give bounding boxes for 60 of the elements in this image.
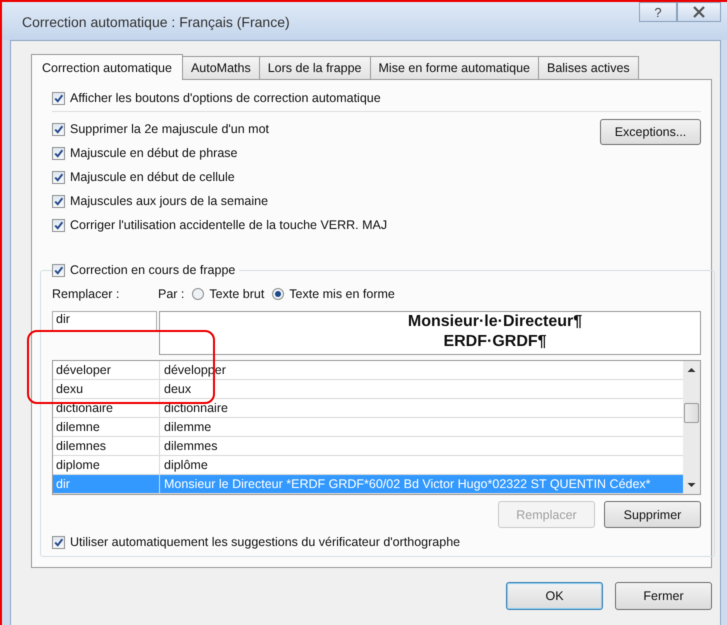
list-row[interactable]: dictionaire dictionnaire xyxy=(53,399,683,418)
replace-label: Remplacer : xyxy=(52,287,120,301)
scrollbar[interactable] xyxy=(683,361,700,494)
checkbox-label: Correction en cours de frappe xyxy=(70,263,236,277)
table-cell-text: Monsieur le Directeur *ERDF GRDF*60/02 Bd Victor Hugo*02322 ST QUENTIN Cédex* xyxy=(163,476,651,493)
scroll-up-icon[interactable] xyxy=(687,367,696,373)
tab[interactable]: Mise en forme automatique xyxy=(370,56,539,79)
scroll-down-icon[interactable] xyxy=(687,482,696,488)
radio-label: Texte brut xyxy=(209,287,264,301)
dialog-button[interactable]: Fermer xyxy=(615,582,712,610)
tab[interactable]: Lors de la frappe xyxy=(258,56,371,79)
dialog-button[interactable]: OK xyxy=(506,582,603,610)
table-cell: dexu xyxy=(53,380,160,398)
table-cell-text: dilemme xyxy=(163,419,212,436)
checkbox-label: Majuscule en début de phrase xyxy=(70,146,238,160)
list-row[interactable]: dilemnes dilemmes xyxy=(53,437,683,456)
table-cell: déveloper xyxy=(53,361,160,379)
checkbox-label: Corriger l'utilisation accidentelle de la touche VERR. MAJ xyxy=(70,218,388,232)
close-button[interactable] xyxy=(677,2,721,22)
table-cell-text: dictionnaire xyxy=(163,400,228,417)
tab[interactable]: Correction automatique xyxy=(31,54,183,80)
table-cell-text: dilemmes xyxy=(163,438,218,455)
close-icon xyxy=(692,6,706,18)
checkbox[interactable] xyxy=(52,536,65,548)
preview-field[interactable]: Monsieur·le·Directeur¶ ERDF·GRDF¶ xyxy=(159,311,701,355)
radio-button[interactable] xyxy=(272,288,284,300)
scroll-thumb[interactable] xyxy=(684,403,699,423)
table-cell-text: diplôme xyxy=(163,457,208,474)
checkbox-label: Supprimer la 2e majuscule d'un mot xyxy=(70,122,270,136)
table-cell: diplome xyxy=(53,456,160,474)
checkbox[interactable] xyxy=(52,264,65,276)
preview-line: Monsieur·le·Directeur¶ xyxy=(408,312,582,332)
replace-field[interactable]: dir xyxy=(52,311,157,331)
tab[interactable]: AutoMaths xyxy=(182,56,260,79)
checkbox-label: Majuscule en début de cellule xyxy=(70,170,235,184)
checkbox[interactable] xyxy=(52,194,65,208)
checkbox[interactable] xyxy=(52,170,65,184)
list-row[interactable]: dexu deux xyxy=(53,380,683,399)
radio-label: Texte mis en forme xyxy=(289,287,395,301)
tab[interactable]: Balises actives xyxy=(538,56,639,79)
with-label: Par : xyxy=(158,287,184,301)
exceptions-button[interactable]: Exceptions... xyxy=(600,119,701,145)
checkbox-label: Afficher les boutons d'options de correction automatique xyxy=(70,91,381,105)
checkbox[interactable] xyxy=(52,92,65,104)
list-row[interactable]: dilemne dilemme xyxy=(53,418,683,437)
radio-button[interactable] xyxy=(192,288,204,300)
table-cell: dictionaire xyxy=(53,399,160,417)
table-cell: dilemne xyxy=(53,418,160,436)
table-cell-text: deux xyxy=(163,381,192,398)
checkbox-label: Majuscules aux jours de la semaine xyxy=(70,194,268,208)
checkbox[interactable] xyxy=(52,146,65,160)
help-button[interactable]: ? xyxy=(639,2,677,22)
table-cell: dilemnes xyxy=(53,437,160,455)
list-button[interactable]: Supprimer xyxy=(604,501,701,528)
checkbox-label: Utiliser automatiquement les suggestions du vérificateur d'orthographe xyxy=(70,535,460,549)
table-cell: dir xyxy=(53,475,160,493)
preview-line: ERDF·GRDF¶ xyxy=(443,332,547,352)
checkbox[interactable] xyxy=(52,122,65,136)
window-title: Correction automatique : Français (France) xyxy=(22,14,290,30)
checkbox[interactable] xyxy=(52,218,65,232)
